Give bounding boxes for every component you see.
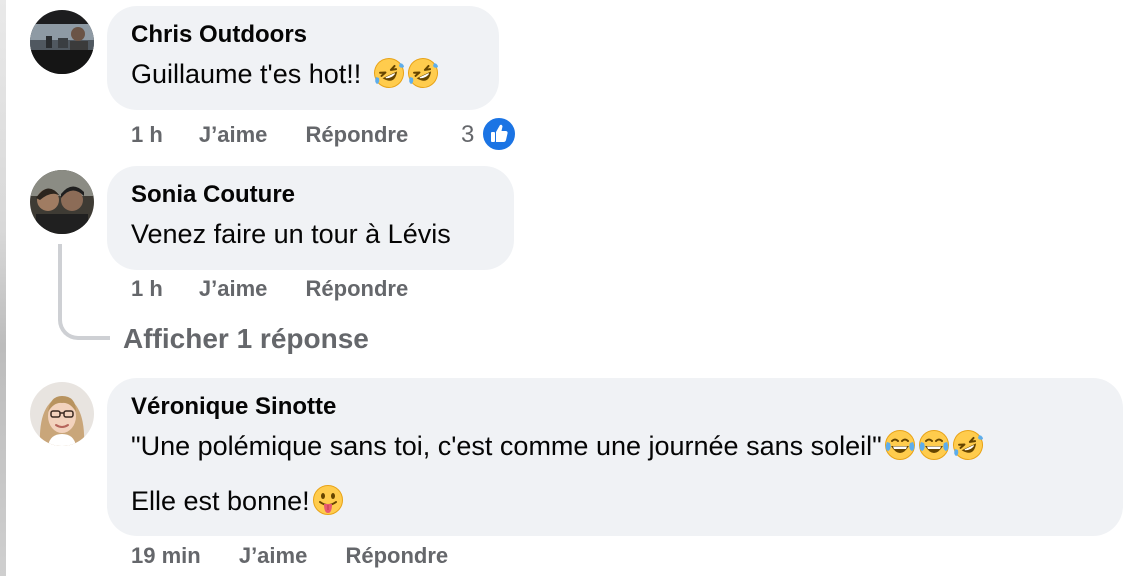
reaction-count[interactable]: 3 xyxy=(461,121,474,149)
tears-of-joy-icon xyxy=(918,429,950,461)
tears-of-joy-icon xyxy=(884,429,916,461)
comment-text: Elle est bonne! xyxy=(131,483,1099,519)
comment-bubble: Chris Outdoors Guillaume t'es hot!! xyxy=(107,6,499,110)
avatar[interactable] xyxy=(30,382,94,446)
thumbs-up-icon xyxy=(491,124,508,142)
comment-author[interactable]: Sonia Couture xyxy=(131,180,490,210)
rolling-on-floor-laughing-icon xyxy=(407,57,439,89)
comment-author[interactable]: Véronique Sinotte xyxy=(131,392,1099,422)
left-edge-strip xyxy=(0,0,6,576)
reply-button[interactable]: Répondre xyxy=(306,275,409,303)
reply-button[interactable]: Répondre xyxy=(345,542,448,570)
comments-section: Chris Outdoors Guillaume t'es hot!! 1 h … xyxy=(0,0,1146,576)
like-reaction-icon[interactable] xyxy=(481,116,517,152)
comment-bubble: Véronique Sinotte "Une polémique sans to… xyxy=(107,378,1123,536)
comment-bubble: Sonia Couture Venez faire un tour à Lévi… xyxy=(107,166,514,270)
comment-text-content: "Une polémique sans toi, c'est comme une… xyxy=(131,431,882,461)
comment-text-content: Elle est bonne! xyxy=(131,486,310,516)
like-button[interactable]: J’aime xyxy=(239,542,308,570)
comment-timestamp[interactable]: 19 min xyxy=(131,542,201,570)
comment-actions: 1 h J’aime Répondre xyxy=(131,121,408,149)
reply-thread-line xyxy=(58,244,110,340)
show-replies-link[interactable]: Afficher 1 réponse xyxy=(123,322,369,356)
avatar[interactable] xyxy=(30,10,94,74)
comment-text: Venez faire un tour à Lévis xyxy=(131,219,451,249)
profile-photo-icon xyxy=(30,382,94,446)
like-button[interactable]: J’aime xyxy=(199,275,268,303)
tongue-out-icon xyxy=(312,484,344,516)
comment-text-content: Guillaume t'es hot!! xyxy=(131,59,362,89)
rolling-on-floor-laughing-icon xyxy=(952,429,984,461)
reply-button[interactable]: Répondre xyxy=(306,121,409,149)
comment-timestamp[interactable]: 1 h xyxy=(131,275,163,303)
profile-photo-icon xyxy=(30,10,94,74)
comment-actions: 1 h J’aime Répondre xyxy=(131,275,408,303)
avatar[interactable] xyxy=(30,170,94,234)
like-button[interactable]: J’aime xyxy=(199,121,268,149)
comment-text: Guillaume t'es hot!! xyxy=(131,56,475,92)
comment-actions: 19 min J’aime Répondre xyxy=(131,542,448,570)
profile-photo-icon xyxy=(30,170,94,234)
comment-text: "Une polémique sans toi, c'est comme une… xyxy=(131,428,1099,464)
rolling-on-floor-laughing-icon xyxy=(373,57,405,89)
comment-author[interactable]: Chris Outdoors xyxy=(131,20,475,50)
comment-timestamp[interactable]: 1 h xyxy=(131,121,163,149)
